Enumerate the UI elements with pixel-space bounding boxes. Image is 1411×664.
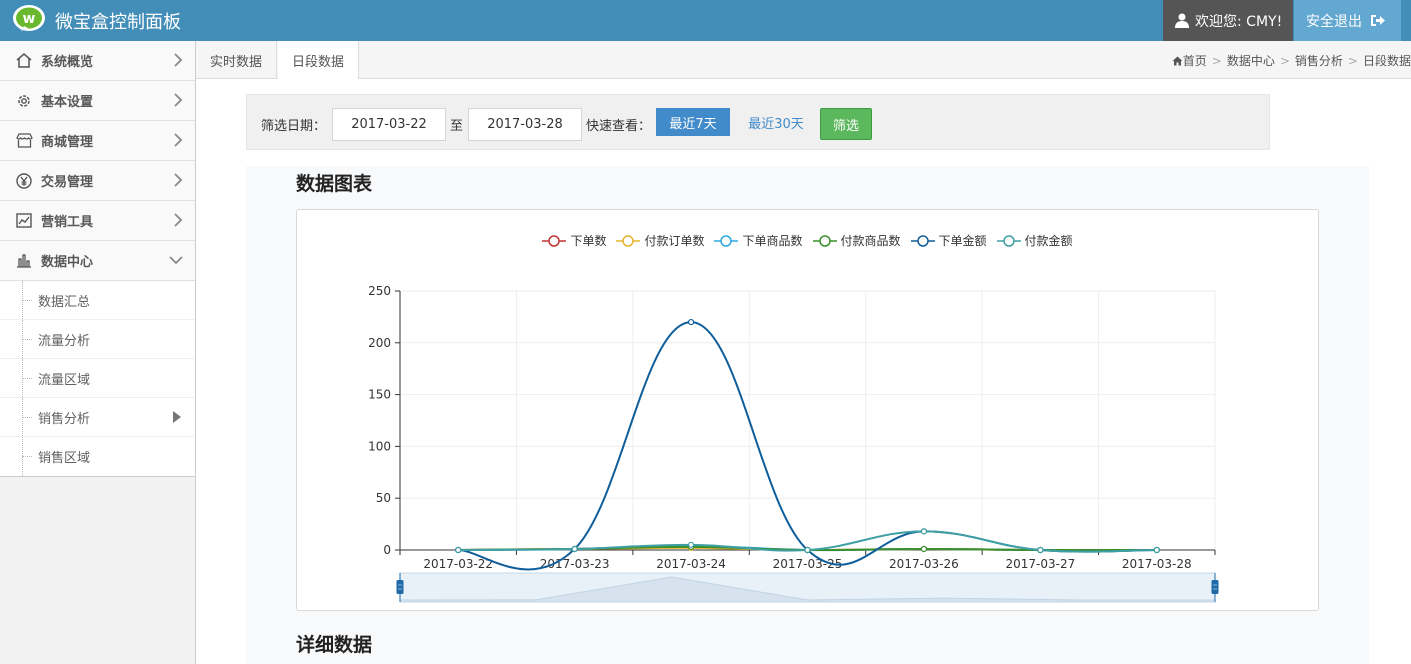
last-30-days-button[interactable]: 最近30天 <box>740 108 812 136</box>
tab-daily[interactable]: 日段数据 <box>278 41 360 79</box>
tab-bar: 实时数据 日段数据 首页 > 数据中心 > 销售分析 > 日段数据 <box>196 41 1411 79</box>
tab-label: 实时数据 <box>210 54 263 70</box>
home-icon <box>15 52 33 70</box>
x-tick-label: 2017-03-22 <box>423 557 493 571</box>
breadcrumb-separator: > <box>1279 54 1290 68</box>
sidebar-item-marketing[interactable]: 营销工具 <box>0 201 195 241</box>
chart-section-title: 数据图表 <box>296 173 373 195</box>
breadcrumb-current: 日段数据 <box>1362 54 1411 68</box>
user-menu[interactable]: 欢迎您: CMY! <box>1163 0 1293 41</box>
welcome-text: 欢迎您: CMY! <box>1195 13 1283 30</box>
home-icon <box>1172 56 1183 66</box>
data-point[interactable] <box>687 318 695 326</box>
submenu-item-label: 销售区域 <box>38 451 91 466</box>
trend-chart-icon <box>15 212 33 230</box>
chevron-right-icon <box>174 173 183 187</box>
line-chart: 0 50 100 150 200 250 2017-03-22 2017-03-23 2017-… <box>368 284 1219 603</box>
breadcrumb: 首页 > 数据中心 > 销售分析 > 日段数据 <box>1172 52 1411 69</box>
x-tick-label: 2017-03-23 <box>540 557 610 571</box>
y-tick-label: 150 <box>368 388 391 402</box>
sidebar-item-label: 商城管理 <box>41 135 94 150</box>
submenu-item-label: 流量区域 <box>38 372 91 388</box>
zoom-slider-track[interactable] <box>399 572 1216 603</box>
sidebar: 系统概览 基本设置 商城管理 交易管理 营销工具 数据中心 数据汇总 流量分析 … <box>0 41 196 664</box>
last-7-days-button[interactable]: 最近7天 <box>656 108 730 136</box>
sidebar-item-label: 交易管理 <box>41 175 94 190</box>
breadcrumb-data-center[interactable]: 数据中心 <box>1227 54 1275 68</box>
app-title: 微宝盒控制面板 <box>55 12 181 33</box>
breadcrumb-sales-analysis[interactable]: 销售分析 <box>1295 54 1343 68</box>
y-tick-label: 0 <box>383 543 391 557</box>
yen-icon <box>15 172 33 190</box>
chevron-right-icon <box>174 133 183 147</box>
submenu-item-label: 销售分析 <box>38 411 91 427</box>
y-tick-label: 200 <box>368 336 391 350</box>
data-point[interactable] <box>1153 546 1160 554</box>
breadcrumb-home[interactable]: 首页 <box>1183 54 1207 68</box>
data-center-submenu: 数据汇总 流量分析 流量区域 销售分析 销售区域 <box>0 281 195 477</box>
submenu-item-traffic-analysis[interactable]: 流量分析 <box>0 320 195 359</box>
brand-logo-icon: w <box>13 5 45 31</box>
data-point[interactable] <box>1037 546 1044 554</box>
date-range-separator: 至 <box>450 119 464 134</box>
submenu-item-summary[interactable]: 数据汇总 <box>0 281 195 320</box>
sign-out-icon <box>1371 15 1385 26</box>
y-tick-label: 50 <box>376 491 391 505</box>
user-icon <box>1175 13 1189 28</box>
sidebar-item-label: 数据中心 <box>41 255 94 270</box>
data-point[interactable] <box>920 528 928 535</box>
data-point[interactable] <box>571 545 578 553</box>
x-tick-label: 2017-03-28 <box>1122 557 1192 571</box>
x-tick-label: 2017-03-24 <box>656 557 726 571</box>
data-point[interactable] <box>804 546 811 554</box>
data-point[interactable] <box>455 546 462 554</box>
sidebar-item-store[interactable]: 商城管理 <box>0 121 195 161</box>
y-tick-label: 100 <box>368 439 391 453</box>
chevron-right-icon <box>174 53 183 67</box>
x-tick-label: 2017-03-26 <box>889 557 959 571</box>
chevron-right-icon <box>174 213 183 227</box>
chart-container: 下单数 付款订单数 下单商品数 付款商品数 下单金额 付款金额 0 50 100 150 200 2… <box>296 209 1319 611</box>
svg-text:w: w <box>23 11 36 27</box>
breadcrumb-separator: > <box>1211 54 1222 68</box>
sidebar-item-settings[interactable]: 基本设置 <box>0 81 195 121</box>
filter-button[interactable]: 筛选 <box>820 108 872 140</box>
sidebar-item-overview[interactable]: 系统概览 <box>0 41 195 81</box>
submenu-item-sales-analysis[interactable]: 销售分析 <box>0 398 195 437</box>
submenu-item-traffic-region[interactable]: 流量区域 <box>0 359 195 398</box>
gear-icon <box>15 92 33 110</box>
series-line <box>458 321 1157 571</box>
sidebar-item-data-center[interactable]: 数据中心 <box>0 241 195 281</box>
bar-chart-icon <box>15 252 33 270</box>
tab-label: 日段数据 <box>292 54 345 70</box>
submenu-item-sales-region[interactable]: 销售区域 <box>0 437 195 476</box>
detail-section-title: 详细数据 <box>296 634 373 656</box>
submenu-item-label: 流量分析 <box>38 333 91 349</box>
chevron-right-icon <box>174 93 183 107</box>
start-date-input[interactable]: 2017-03-22 <box>332 108 446 141</box>
sidebar-item-label: 系统概览 <box>41 55 94 70</box>
tab-realtime[interactable]: 实时数据 <box>196 41 278 79</box>
breadcrumb-separator: > <box>1347 54 1358 68</box>
store-icon <box>15 132 33 150</box>
top-navbar: w 微宝盒控制面板 欢迎您: CMY! 安全退出 <box>0 0 1411 41</box>
data-point[interactable] <box>687 541 695 548</box>
submenu-item-label: 数据汇总 <box>38 294 91 310</box>
filter-date-label: 筛选日期： <box>261 119 327 134</box>
logout-button[interactable]: 安全退出 <box>1294 0 1401 41</box>
sidebar-item-trade[interactable]: 交易管理 <box>0 161 195 201</box>
end-date-input[interactable]: 2017-03-28 <box>468 108 582 141</box>
chevron-down-icon <box>169 256 183 265</box>
x-tick-label: 2017-03-27 <box>1005 557 1075 571</box>
sidebar-item-label: 营销工具 <box>41 215 94 230</box>
logout-label: 安全退出 <box>1306 13 1362 30</box>
data-point[interactable] <box>920 545 928 553</box>
quick-view-label: 快速查看： <box>586 119 652 134</box>
date-filter-bar: 筛选日期： 2017-03-22 至 2017-03-28 快速查看： 最近7天… <box>246 94 1270 150</box>
sidebar-item-label: 基本设置 <box>41 95 94 110</box>
caret-right-icon <box>173 411 181 423</box>
y-tick-label: 250 <box>368 284 391 298</box>
